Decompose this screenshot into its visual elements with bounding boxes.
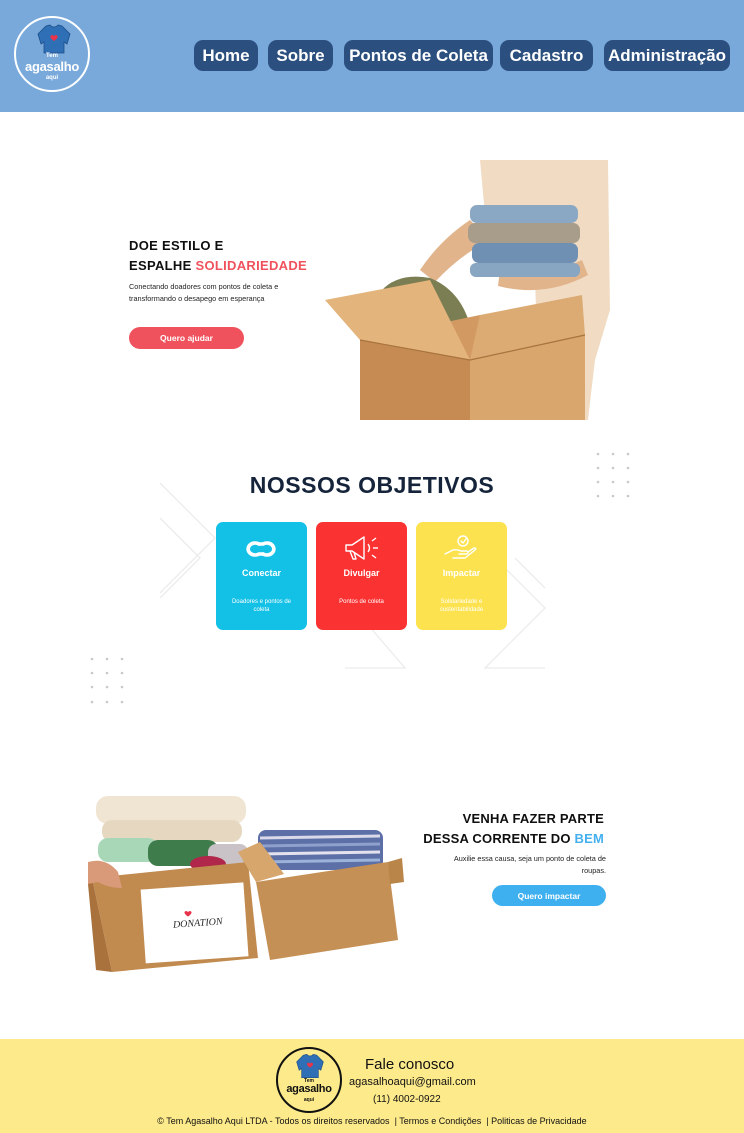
footer-email[interactable]: agasalhoaqui@gmail.com xyxy=(349,1076,476,1088)
site-logo[interactable]: Tem agasalho aqui xyxy=(14,16,90,92)
hero-title-accent: SOLIDARIEDADE xyxy=(195,258,307,273)
hero-description: Conectando doadores com pontos de coleta… xyxy=(129,282,279,303)
quero-ajudar-button[interactable]: Quero ajudar xyxy=(129,327,244,349)
nav-pontos-de-coleta[interactable]: Pontos de Coleta xyxy=(344,40,493,71)
site-footer: Tem agasalho aqui Fale conosco agasalhoa… xyxy=(0,1039,744,1133)
terms-link[interactable]: Termos e Condições xyxy=(399,1116,481,1126)
objective-card-title: Divulgar xyxy=(343,568,380,578)
nav-administracao[interactable]: Administração xyxy=(604,40,730,71)
objective-card-title: Impactar xyxy=(442,568,481,578)
giving-hand-icon xyxy=(444,535,477,559)
sweater-icon xyxy=(37,24,71,54)
link-icon xyxy=(246,541,276,557)
nav-home[interactable]: Home xyxy=(194,40,258,71)
footer-copyright: © Tem Agasalho Aqui LTDA - Todos os dire… xyxy=(157,1116,390,1126)
sweater-icon xyxy=(296,1053,324,1078)
footer-logo[interactable]: Tem agasalho aqui xyxy=(276,1047,342,1113)
objective-card-description: Pontos de coleta xyxy=(339,599,384,605)
privacy-link[interactable]: Politicas de Privacidade xyxy=(491,1116,587,1126)
objective-card-impactar: Impactar Solidariedade e sustentabilidad… xyxy=(416,522,507,630)
objective-card-conectar: Conectar Doadores e pontos de coleta xyxy=(216,522,307,630)
hero-title-line2-wrap: ESPALHE SOLIDARIEDADE xyxy=(129,256,307,276)
hero-title: DOE ESTILO E ESPALHE SOLIDARIEDADE xyxy=(129,236,307,276)
footer-logo-text-bottom: aqui xyxy=(303,1097,315,1103)
join-title-line1: VENHA FAZER PARTE xyxy=(462,811,604,826)
logo-text-bottom: aqui xyxy=(45,75,59,81)
nav-cadastro[interactable]: Cadastro xyxy=(500,40,593,71)
quero-impactar-button[interactable]: Quero impactar xyxy=(492,885,606,906)
join-title-line2: DESSA CORRENTE DO xyxy=(423,831,571,846)
objective-card-divulgar: Divulgar Pontos de coleta xyxy=(316,522,407,630)
objective-card-title: Conectar xyxy=(241,568,281,578)
footer-logo-text-main: agasalho xyxy=(286,1083,332,1095)
megaphone-icon xyxy=(345,536,378,560)
donation-boxes-image: DONATION xyxy=(88,796,404,972)
hero-title-line1: DOE ESTILO E xyxy=(129,238,224,253)
objective-card-description: Solidariedade e sustentabilidade xyxy=(439,599,484,613)
join-description: Auxilie essa causa, seja um ponto de col… xyxy=(453,854,606,875)
objectives-title: NOSSOS OBJETIVOS xyxy=(249,472,495,498)
footer-legal: © Tem Agasalho Aqui LTDA - Todos os dire… xyxy=(157,1116,587,1126)
join-title-line2-wrap: DESSA CORRENTE DO BEM xyxy=(423,829,604,849)
footer-contact-title: Fale conosco xyxy=(365,1056,455,1073)
decorative-dots xyxy=(90,657,124,704)
hero-title-line2: ESPALHE xyxy=(129,258,192,273)
footer-phone: (11) 4002-0922 xyxy=(373,1094,441,1105)
logo-text-main: agasalho xyxy=(25,59,79,74)
join-title: VENHA FAZER PARTE DESSA CORRENTE DO BEM xyxy=(423,809,604,849)
nav-sobre[interactable]: Sobre xyxy=(268,40,333,71)
objective-card-description: Doadores e pontos de coleta xyxy=(231,599,292,613)
hero-donation-box-image xyxy=(325,160,610,420)
join-title-accent: BEM xyxy=(574,831,604,846)
site-header: Tem agasalho aqui Home Sobre Pontos de C… xyxy=(0,0,744,112)
